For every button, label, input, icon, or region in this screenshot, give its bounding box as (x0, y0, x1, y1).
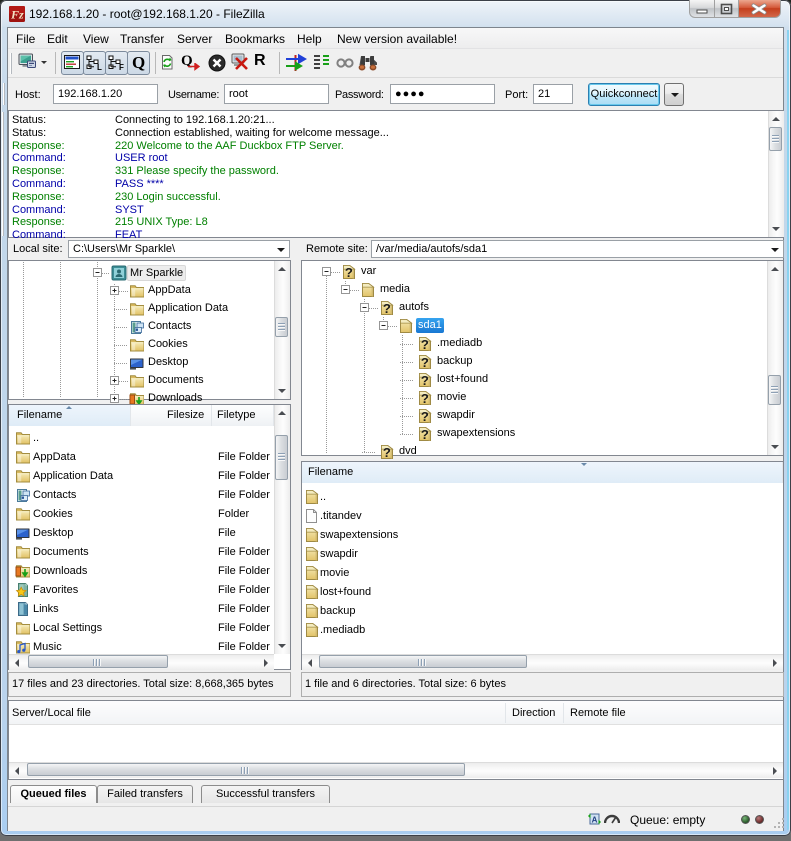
svg-text:A: A (592, 816, 598, 825)
svg-text:?: ? (421, 355, 429, 370)
svg-text:?: ? (345, 265, 353, 280)
svg-text:?: ? (421, 409, 429, 424)
svg-text:Fz: Fz (10, 8, 24, 22)
svg-text:?: ? (421, 337, 429, 352)
svg-text:L: L (97, 63, 102, 71)
svg-text:?: ? (421, 427, 429, 442)
svg-text:?: ? (421, 373, 429, 388)
svg-text:?: ? (383, 301, 391, 316)
svg-text:F: F (119, 63, 124, 71)
svg-text:?: ? (383, 445, 391, 460)
svg-text:?: ? (421, 391, 429, 406)
